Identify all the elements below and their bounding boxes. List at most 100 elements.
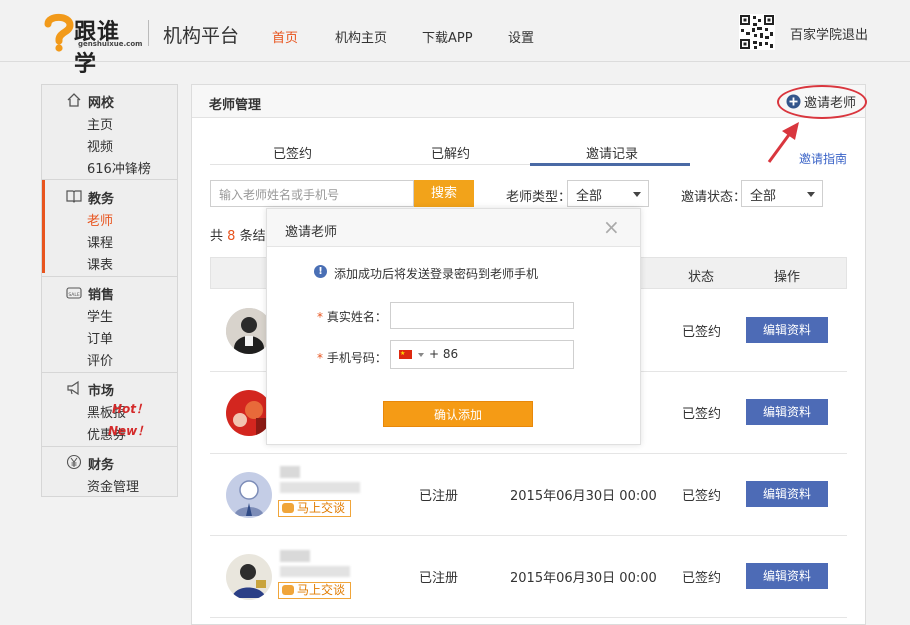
active-tab-indicator (530, 163, 690, 166)
sidebar-item-home[interactable]: 主页 (87, 114, 113, 133)
confirm-add-button[interactable]: 确认添加 (383, 401, 533, 427)
chevron-down-icon (633, 192, 641, 197)
question-mark-logo-icon (44, 13, 74, 52)
china-flag-icon[interactable]: ★ (399, 350, 412, 359)
sidebar-item-schedule[interactable]: 课表 (87, 254, 113, 273)
nav-org-homepage[interactable]: 机构主页 (335, 27, 387, 46)
sidebar-divider (42, 179, 177, 180)
teacher-type-label: 老师类型： (506, 190, 572, 205)
user-name[interactable]: 百家学院 (790, 24, 842, 43)
result-count-number: 8 (227, 229, 236, 244)
avatar (226, 554, 272, 600)
tab-bar: 已签约 已解约 邀请记录 (210, 137, 690, 165)
invite-teacher-dialog: 邀请老师 × ! 添加成功后将发送登录密码到老师手机 * 真实姓名： * 手机号… (266, 208, 641, 445)
sidebar-divider (42, 276, 177, 277)
chat-bubble-icon (282, 585, 294, 595)
logo[interactable]: 跟谁学 genshuixue.com (42, 12, 142, 77)
megaphone-icon (67, 380, 79, 396)
phone-input[interactable]: ★ + 86 (390, 340, 574, 369)
svg-text:SALE: SALE (68, 292, 80, 298)
invite-status-value: 全部 (750, 189, 777, 204)
platform-title: 机构平台 (163, 25, 240, 47)
nav-download-app[interactable]: 下载APP (422, 27, 473, 46)
invite-guide-link[interactable]: 邀请指南 (799, 150, 847, 167)
sidebar-group-finance[interactable]: 财务 (88, 454, 114, 473)
edit-profile-button[interactable]: 编辑资料 (746, 481, 828, 507)
invite-status-label: 邀请状态： (681, 190, 747, 205)
header-divider (148, 20, 149, 46)
country-code: + 86 (429, 347, 459, 361)
active-group-indicator (42, 180, 45, 273)
sidebar-group-academic[interactable]: 教务 (88, 188, 114, 207)
chat-bubble-icon (282, 503, 294, 513)
result-count-prefix: 共 (210, 229, 224, 244)
real-name-input[interactable] (390, 302, 574, 329)
phone-label-text: 手机号码： (326, 351, 387, 365)
logo-domain: genshuixue.com (78, 40, 143, 48)
chat-now-button[interactable]: 马上交谈 (278, 582, 352, 599)
dialog-info-text: 添加成功后将发送登录密码到老师手机 (334, 267, 539, 281)
edit-profile-button[interactable]: 编辑资料 (746, 399, 828, 425)
registration-cell: 已注册 (419, 571, 459, 586)
hot-badge: Hot！ (112, 402, 149, 416)
chat-now-button[interactable]: 马上交谈 (278, 500, 352, 517)
edit-profile-button[interactable]: 编辑资料 (746, 563, 828, 589)
panel-header: 老师管理 邀请老师 (192, 85, 867, 119)
blurred-name (280, 550, 310, 562)
yen-icon (66, 454, 82, 470)
sidebar-item-fund-management[interactable]: 资金管理 (87, 476, 139, 495)
avatar (226, 472, 272, 518)
sidebar-item-reviews[interactable]: 评价 (87, 350, 113, 369)
column-actions: 操作 (774, 270, 801, 285)
highlight-ellipse (777, 85, 867, 119)
chevron-down-icon[interactable] (418, 353, 424, 357)
status-cell: 已签约 (682, 571, 722, 586)
info-icon: ! (314, 265, 327, 278)
page-title: 老师管理 (209, 98, 262, 113)
table-row: 马上交谈 已注册 2015年06月30日 00:00 已签约 编辑资料 (210, 454, 847, 536)
sidebar-item-orders[interactable]: 订单 (87, 328, 113, 347)
chevron-down-icon (807, 192, 815, 197)
sidebar-item-students[interactable]: 学生 (87, 306, 113, 325)
sidebar-group-sales[interactable]: 销售 (88, 284, 114, 303)
logout-link[interactable]: 退出 (842, 24, 868, 43)
teacher-type-value: 全部 (576, 189, 603, 204)
sidebar-item-616-leaderboard[interactable]: 616冲锋榜 (87, 158, 151, 177)
status-cell: 已签约 (682, 489, 722, 504)
date-cell: 2015年06月30日 00:00 (510, 571, 657, 586)
tab-invite-records[interactable]: 邀请记录 (586, 143, 638, 162)
book-icon (66, 190, 82, 203)
column-status: 状态 (688, 270, 715, 285)
tab-signed[interactable]: 已签约 (273, 143, 312, 162)
invite-status-select[interactable]: 全部 (741, 180, 823, 207)
search-button[interactable]: 搜索 (414, 180, 474, 207)
blurred-detail (280, 566, 350, 577)
status-cell: 已签约 (682, 407, 722, 422)
sidebar-group-marketing[interactable]: 市场 (88, 380, 114, 399)
dialog-title: 邀请老师 (285, 225, 338, 240)
nav-home[interactable]: 首页 (272, 27, 298, 46)
sidebar-item-teachers[interactable]: 老师 (87, 210, 113, 229)
phone-label: * 手机号码： (317, 349, 387, 366)
registration-cell: 已注册 (419, 489, 459, 504)
nav-settings[interactable]: 设置 (508, 27, 534, 46)
close-icon[interactable]: × (603, 217, 620, 237)
teacher-type-select[interactable]: 全部 (567, 180, 649, 207)
home-icon (67, 93, 81, 107)
qr-code-icon[interactable] (739, 14, 775, 50)
top-header: 跟谁学 genshuixue.com 机构平台 首页 机构主页 下载APP 设置… (0, 0, 910, 77)
dialog-header: 邀请老师 × (267, 209, 640, 247)
sidebar-item-video[interactable]: 视频 (87, 136, 113, 155)
required-mark: * (317, 310, 323, 324)
sidebar-item-courses[interactable]: 课程 (87, 232, 113, 251)
real-name-label: * 真实姓名： (317, 308, 387, 325)
sidebar: 网校 主页 视频 616冲锋榜 教务 老师 课程 课表 SALE 销售 学生 订… (41, 84, 178, 497)
edit-profile-button[interactable]: 编辑资料 (746, 317, 828, 343)
table-row: 马上交谈 已注册 2015年06月30日 00:00 已签约 编辑资料 (210, 536, 847, 618)
sidebar-group-online-school[interactable]: 网校 (88, 92, 114, 111)
new-badge: New！ (108, 424, 150, 438)
search-input[interactable]: 输入老师姓名或手机号 (210, 180, 414, 207)
chat-now-label: 马上交谈 (297, 501, 346, 515)
tab-terminated[interactable]: 已解约 (431, 143, 470, 162)
sale-tag-icon: SALE (66, 287, 82, 299)
